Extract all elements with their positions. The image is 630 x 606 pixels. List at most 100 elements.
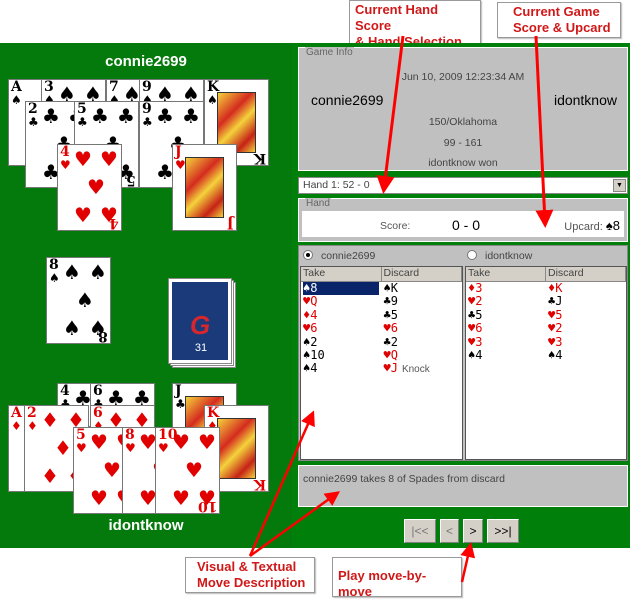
callout-line: Play move-by-move	[338, 568, 427, 599]
move-entry[interactable]: ♥3	[548, 334, 626, 349]
move-entry[interactable]: ♣9	[384, 295, 463, 308]
card-suit-icon: ♥	[125, 441, 136, 455]
hand-score: 0 - 0	[452, 217, 481, 233]
hand-score-label: Score:	[380, 220, 411, 232]
move-card: ♥2	[548, 321, 563, 336]
move-entry[interactable]: ♥5	[548, 308, 626, 322]
move-entry[interactable]: ♥2	[468, 295, 546, 308]
column-header-take[interactable]: Take	[466, 267, 546, 281]
card-pip-icon: ♥	[90, 430, 108, 454]
move-entry[interactable]: ♦4	[303, 307, 382, 322]
card-pip-icon: ♣	[42, 104, 60, 128]
game-player1: connie2699	[311, 92, 384, 108]
move-entry[interactable]: ♥6	[383, 321, 463, 336]
move-entry[interactable]: ♥6	[468, 321, 546, 335]
player2-moves-list[interactable]: Take Discard ♦3 ♥2 ♣5 ♥6 ♥3 ♠4 ♦K ♣J ♥5 ♥2 ♥3 ♠4	[465, 266, 627, 460]
card-rank: 8	[98, 328, 108, 344]
move-entry[interactable]: ♥3	[468, 335, 546, 349]
move-card: ♥3	[548, 334, 563, 349]
callout-line: Current Hand Score	[355, 2, 439, 33]
playing-card[interactable]: J ♥ J	[172, 144, 237, 231]
move-entry[interactable]: ♠K	[384, 281, 463, 295]
playing-card[interactable]: 4 ♥ ♥ ♥ ♥ ♥ ♥ 4	[57, 144, 122, 231]
playing-card[interactable]: 8 ♠ ♠ ♠ ♠ ♠ ♠ 8	[46, 257, 111, 344]
card-pip-icon: ♦	[54, 436, 72, 460]
move-entry[interactable]: ♣5	[468, 308, 546, 322]
move-entry[interactable]: ♦K	[548, 281, 626, 295]
radio-unselected-icon[interactable]	[467, 250, 477, 260]
move-card: ♦4	[303, 307, 318, 322]
face-card-art	[217, 418, 256, 479]
move-card: ♥J	[383, 361, 398, 376]
card-suit-icon: ♠	[11, 93, 22, 107]
column-header-take[interactable]: Take	[301, 267, 382, 281]
move-entry[interactable]: ♠4	[468, 347, 546, 362]
callout-line: Visual & Textual	[197, 559, 297, 574]
face-card-art	[185, 157, 224, 218]
move-entry[interactable]: ♠4	[303, 362, 382, 375]
column-header-discard[interactable]: Discard	[382, 267, 462, 281]
playing-card[interactable]: 10 ♥ ♥ ♥ ♥ ♥ ♥ 10	[155, 427, 220, 514]
move-entry[interactable]: ♣2	[383, 334, 463, 349]
game-info-box: Game Info Jun 10, 2009 12:23:34 AM conni…	[298, 47, 628, 171]
card-pip-icon: ♥	[198, 430, 216, 454]
card-rank: 9	[142, 101, 152, 117]
player1-discard-column: ♠K ♣9 ♣5 ♥6 ♣2 ♥Q ♥J Knock	[382, 281, 463, 376]
move-card: ♣2	[383, 334, 398, 349]
previous-move-button[interactable]: <	[440, 519, 459, 543]
card-pip-icon: ♠	[63, 316, 81, 340]
callout-visual: Visual & Textual Move Description	[185, 557, 315, 593]
move-entry[interactable]: ♣5	[383, 307, 463, 322]
player1-moves-list[interactable]: Take Discard ♠8 ♥Q ♦4 ♥6 ♠2 ♠10 ♠4 ♠K ♣9 ♣5 ♥6 ♣2 ♥…	[300, 266, 463, 460]
first-move-button[interactable]: |<<	[404, 519, 436, 543]
card-rank: 4	[60, 383, 70, 399]
move-card: ♥6	[383, 321, 398, 336]
player2-radio[interactable]: idontknow	[467, 250, 532, 262]
radio-selected-icon[interactable]	[303, 250, 313, 260]
card-rank: K	[253, 150, 266, 166]
move-card: ♣5	[383, 307, 398, 322]
move-entry[interactable]: ♥Q	[303, 295, 382, 308]
move-entry[interactable]: ♥Q	[384, 348, 463, 362]
move-entry[interactable]: ♦3	[468, 281, 546, 295]
card-suit-icon: ♣	[142, 115, 153, 129]
last-move-button[interactable]: >>|	[487, 519, 519, 543]
move-entry[interactable]: ♠10	[303, 348, 382, 362]
card-rank: 4	[109, 215, 119, 231]
card-pip-icon: ♣	[117, 104, 135, 128]
card-suit-icon: ♦	[27, 419, 38, 433]
card-rank: A	[11, 79, 22, 95]
move-navigation: |<< < > >>|	[404, 519, 519, 543]
card-rank: K	[253, 476, 266, 492]
column-header-discard[interactable]: Discard	[546, 267, 626, 281]
move-card: ♠4	[468, 347, 483, 362]
chevron-down-icon[interactable]: ▼	[613, 179, 626, 192]
move-entry[interactable]: ♣J	[548, 295, 626, 308]
callout-game-score: Current Game Score & Upcard	[497, 2, 621, 38]
move-entry[interactable]: ♥6	[303, 321, 382, 335]
deck-logo-icon: G	[190, 310, 211, 340]
app-window: connie2699 A♠♠A3♠♠♠♠♠♠37♠♠♠♠♠♠79♠♠♠♠♠♠9K…	[0, 43, 630, 548]
move-card: ♦K	[548, 281, 563, 295]
upcard-label: Upcard:	[564, 221, 603, 233]
card-pip-icon: ♦	[41, 408, 59, 432]
move-entry[interactable]: ♠4	[548, 348, 626, 362]
player2-discard-column: ♦K ♣J ♥5 ♥2 ♥3 ♠4	[546, 281, 626, 362]
card-pip-icon: ♥	[100, 147, 118, 171]
card-pip-icon: ♥	[87, 175, 105, 199]
move-entry[interactable]: ♠8	[303, 281, 379, 296]
player1-radio[interactable]: connie2699	[303, 250, 375, 262]
card-pip-icon: ♥	[74, 147, 92, 171]
card-pip-icon: ♥	[185, 458, 203, 482]
card-pip-icon: ♥	[172, 430, 190, 454]
move-entry[interactable]: ♠2	[303, 335, 382, 349]
upcard: Upcard: ♠8	[564, 218, 620, 233]
card-rank: A	[11, 405, 22, 421]
next-move-button[interactable]: >	[463, 519, 483, 543]
move-entry[interactable]: ♥J Knock	[383, 361, 463, 376]
move-entry[interactable]: ♥2	[548, 321, 626, 336]
card-rank: J	[175, 144, 182, 160]
card-suit-icon: ♠	[49, 271, 60, 285]
stock-deck[interactable]: G 31	[168, 278, 236, 368]
hand-select[interactable]: Hand 1: 52 - 0 ▼	[298, 177, 628, 194]
